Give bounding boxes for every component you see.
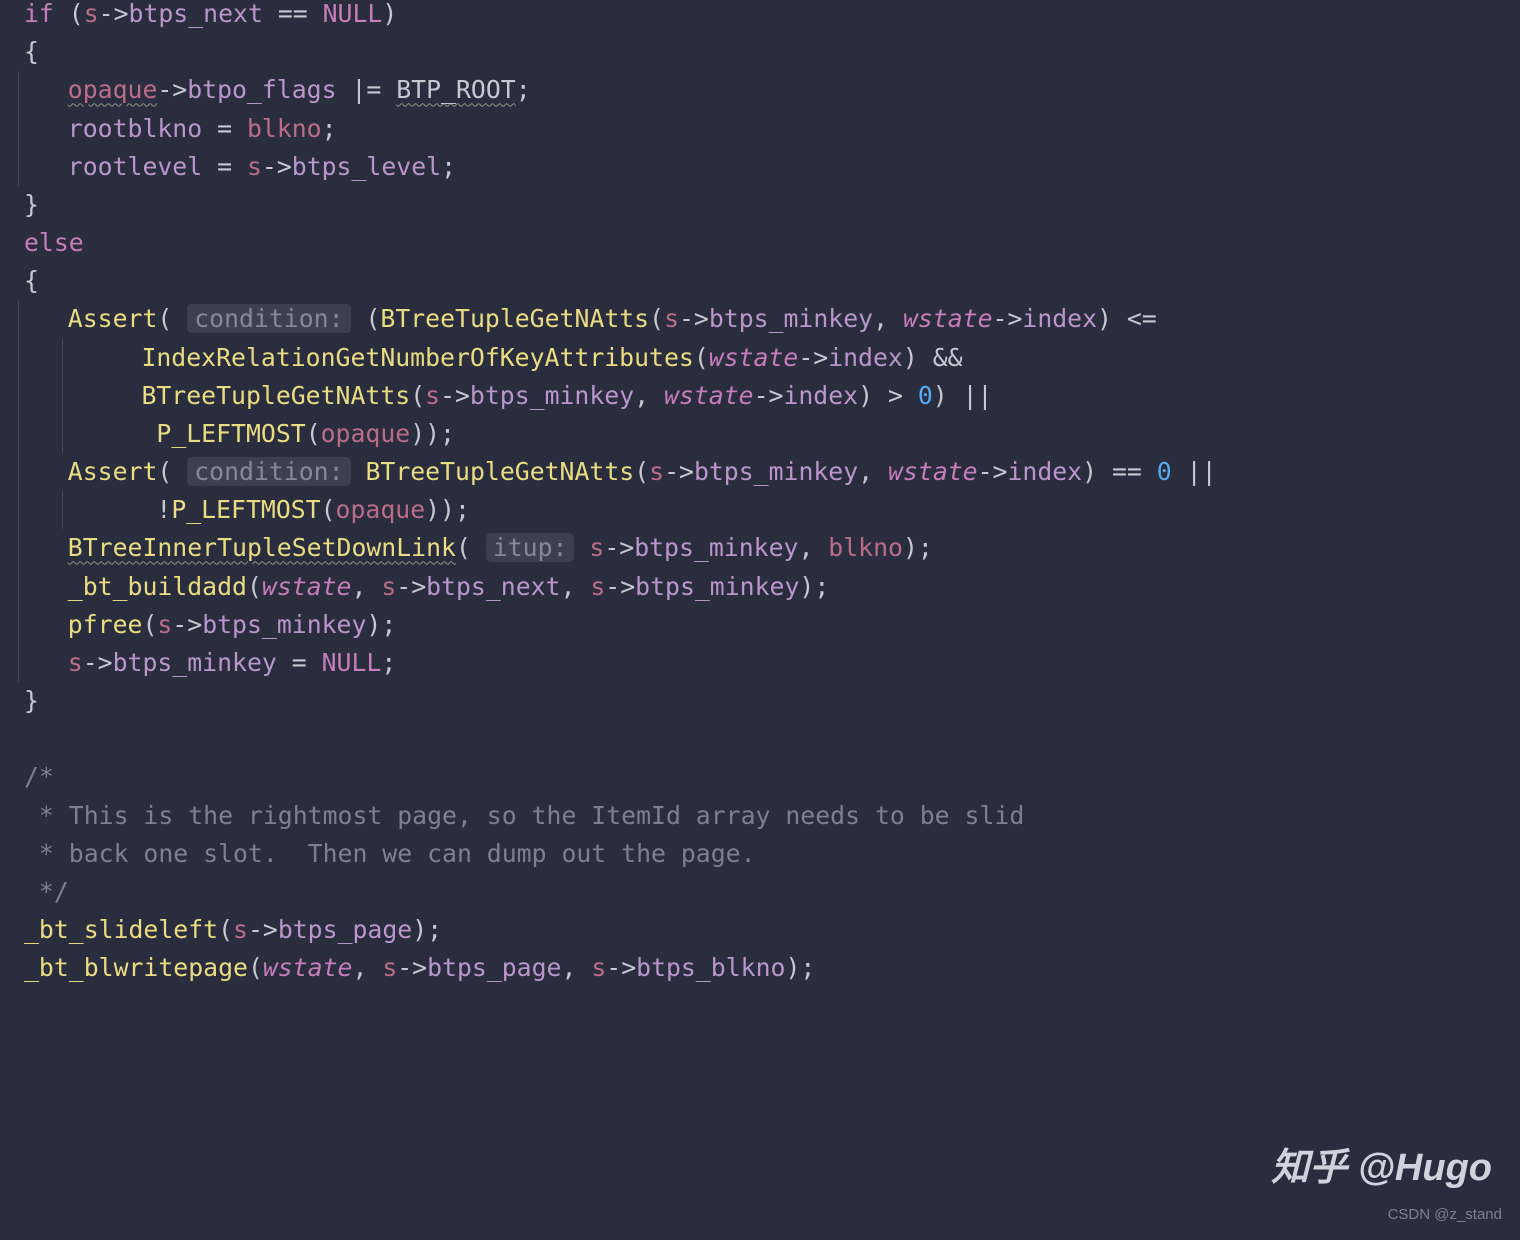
comment: /* <box>24 762 54 791</box>
hint-itup: itup: <box>486 533 575 562</box>
hint-condition: condition: <box>187 304 350 333</box>
kw-else: else <box>24 228 84 257</box>
watermark-zhihu: 知乎 @Hugo <box>1271 1139 1492 1198</box>
kw-if: if <box>24 0 54 28</box>
watermark-csdn: CSDN @z_stand <box>1388 1203 1502 1226</box>
code-block: if (s->btps_next == NULL) { opaque->btpo… <box>0 0 1520 987</box>
